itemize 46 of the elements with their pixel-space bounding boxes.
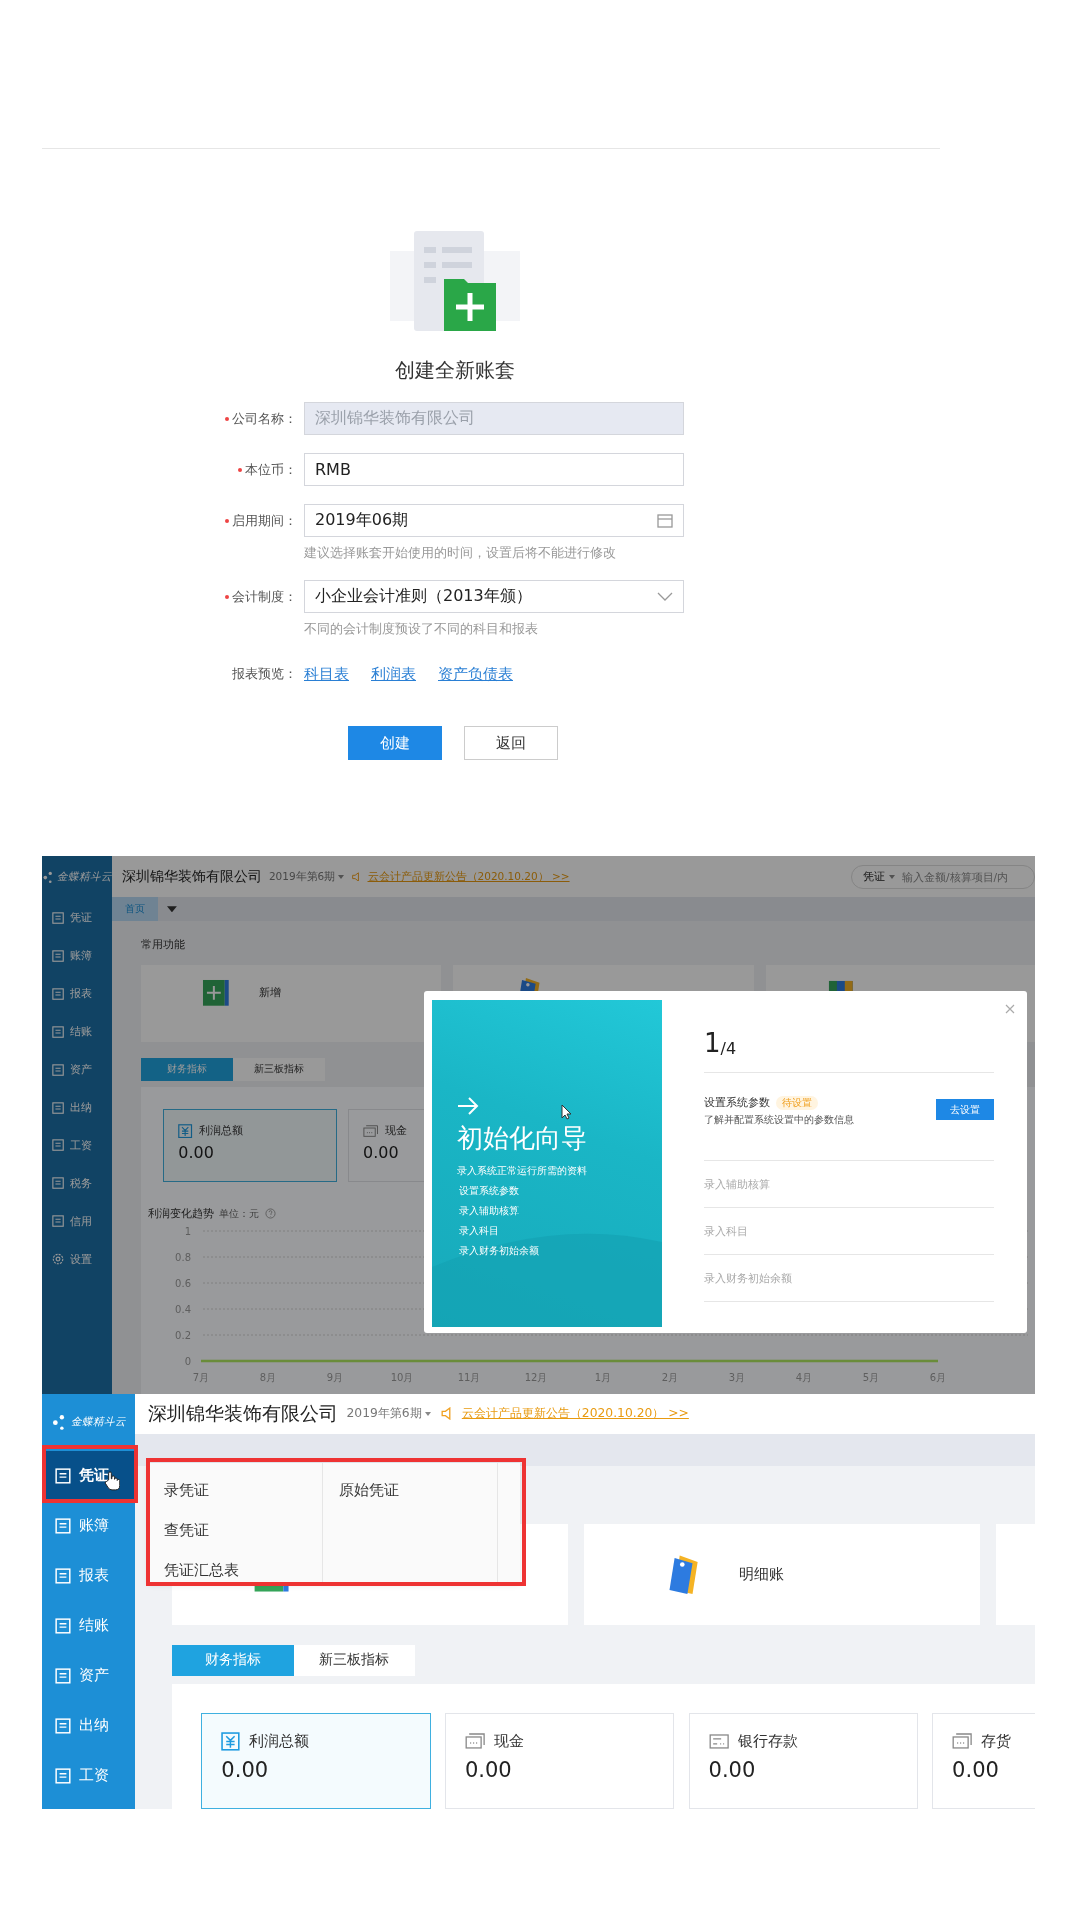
hint-text: 建议选择账套开始使用的时间，设置后将不能进行修改	[304, 544, 617, 562]
step-label: 录入科目	[704, 1223, 748, 1239]
indicator-label: 利润总额	[199, 1123, 244, 1139]
indicator-value: 0.00	[178, 1143, 215, 1163]
step-counter: 1/4	[704, 1000, 994, 1073]
field-label: 报表预览：	[232, 665, 297, 683]
axis-label: 0.2	[174, 1330, 191, 1341]
company-name: 深圳锦华装饰有限公司	[147, 1401, 338, 1426]
bullet-item: 录入财务初始余额	[459, 1244, 540, 1258]
bullet-item: 录入科目	[459, 1224, 500, 1238]
indicator-value: 0.00	[363, 1143, 400, 1163]
chart-title: 利润变化趋势	[147, 1206, 214, 1221]
indicator-value: 0.00	[464, 1757, 513, 1782]
status-badge: 待设置	[776, 1095, 818, 1110]
logo-text: 金蝶精斗云	[71, 1415, 127, 1430]
axis-label: 0.4	[174, 1304, 191, 1315]
field-label: 公司名称：	[225, 409, 297, 428]
field-label: 会计制度：	[225, 587, 297, 606]
indicator-label: 存货	[981, 1731, 1012, 1751]
axis-label: 0.6	[174, 1278, 191, 1289]
indicator-value: 0.00	[952, 1757, 1000, 1782]
step-label: 录入辅助核算	[704, 1176, 770, 1192]
indicator-label: 现金	[493, 1731, 524, 1751]
indicator-value: 0.00	[221, 1757, 270, 1782]
step-description: 了解并配置系统设置中的参数信息	[704, 1113, 855, 1127]
axis-label: 0	[184, 1356, 191, 1367]
indicator-label: 现金	[385, 1123, 408, 1139]
section-title: 常用功能	[141, 936, 185, 952]
bullet-item: 录入辅助核算	[459, 1204, 520, 1218]
wizard-title: 初始化向导	[457, 1122, 588, 1155]
logo-text: 金蝶精斗云	[57, 870, 113, 885]
indicator-label: 利润总额	[248, 1731, 309, 1751]
axis-label: 1	[184, 1226, 191, 1237]
indicator-label: 银行存款	[737, 1731, 798, 1751]
step-label: 设置系统参数	[704, 1095, 770, 1110]
wizard-subtitle: 录入系统正常运行所需的资料	[457, 1164, 588, 1178]
field-label: 本位币：	[238, 460, 297, 479]
indicator-value: 0.00	[708, 1757, 757, 1782]
form-title: 创建全新账套	[394, 357, 516, 384]
company-name: 深圳锦华装饰有限公司	[122, 867, 263, 887]
step-label: 录入财务初始余额	[704, 1270, 792, 1286]
axis-label: 0.8	[174, 1252, 191, 1263]
bullet-item: 设置系统参数	[459, 1184, 520, 1198]
field-label: 启用期间：	[225, 511, 297, 530]
unit-label: 单位：元	[219, 1206, 260, 1221]
hint-text: 不同的会计制度预设了不同的科目和报表	[304, 620, 539, 638]
